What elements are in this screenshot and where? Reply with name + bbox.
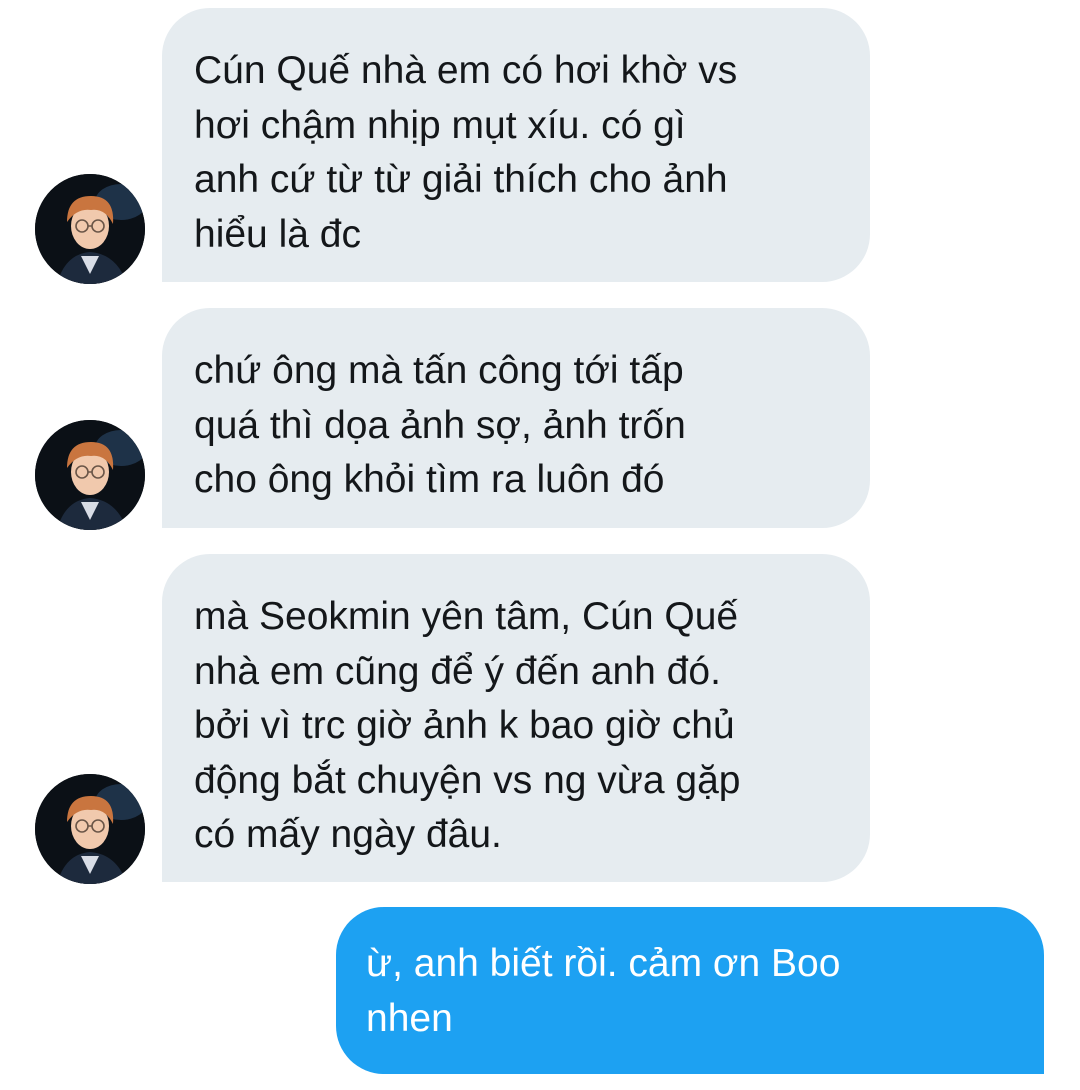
contact-avatar[interactable]: [35, 420, 145, 530]
avatar-photo-icon: [35, 174, 145, 284]
message-bubble-received[interactable]: mà Seokmin yên tâm, Cún Quế nhà em cũng …: [162, 554, 870, 882]
message-bubble-received[interactable]: Cún Quế nhà em có hơi khờ vs hơi chậm nh…: [162, 8, 870, 282]
avatar-photo-icon: [35, 774, 145, 884]
contact-avatar[interactable]: [35, 774, 145, 884]
avatar-photo-icon: [35, 420, 145, 530]
contact-avatar[interactable]: [35, 174, 145, 284]
message-bubble-sent[interactable]: ừ, anh biết rồi. cảm ơn Boo nhen: [336, 907, 1044, 1074]
message-bubble-received[interactable]: chứ ông mà tấn công tới tấp quá thì dọa …: [162, 308, 870, 528]
